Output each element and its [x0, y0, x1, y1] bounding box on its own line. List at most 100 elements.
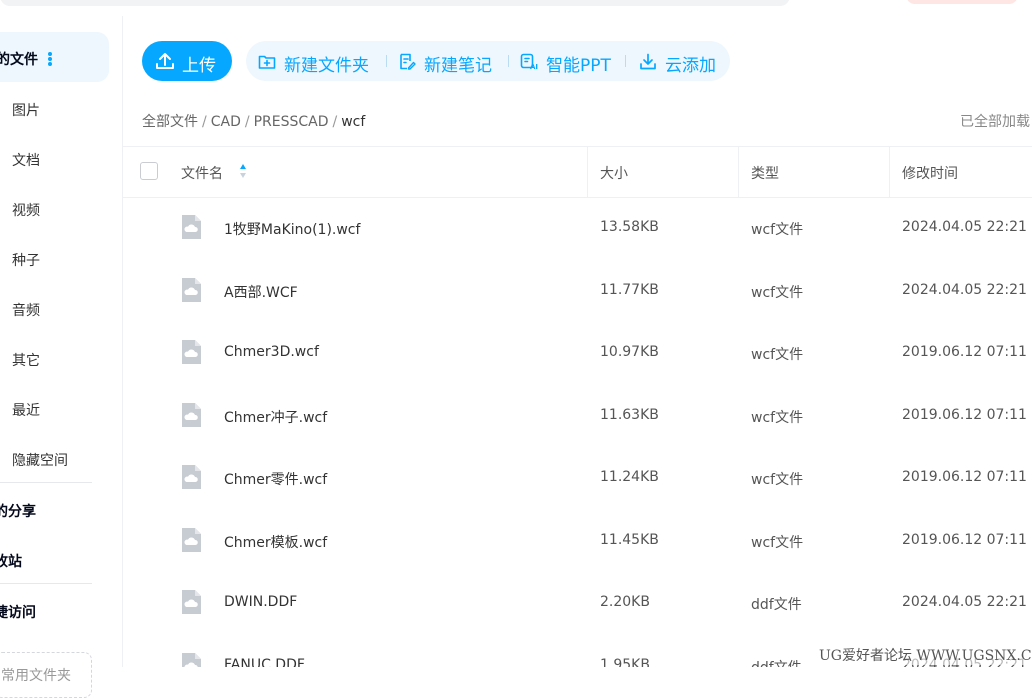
- select-all-checkbox[interactable]: [140, 162, 158, 180]
- file-size: 13.58KB: [600, 219, 659, 235]
- file-icon: [182, 340, 201, 364]
- cloud-add-label: 云添加: [665, 56, 716, 76]
- toolbar-separator: [625, 55, 626, 67]
- breadcrumb-current: wcf: [341, 114, 366, 130]
- file-name[interactable]: Chmer零件.wcf: [224, 469, 327, 489]
- breadcrumb-item-cad[interactable]: CAD: [211, 114, 241, 130]
- column-divider: [889, 147, 890, 197]
- top-bar: [0, 0, 1032, 16]
- file-name[interactable]: FANUC.DDF: [224, 657, 305, 667]
- column-divider: [738, 147, 739, 197]
- breadcrumb: 全部文件 / CAD / PRESSCAD / wcf: [142, 114, 366, 130]
- sidebar-divider: [0, 482, 92, 483]
- new-folder-button[interactable]: 新建文件夹: [258, 41, 384, 81]
- sidebar-item-audio[interactable]: 音频: [12, 300, 40, 320]
- sidebar-item-recent[interactable]: 最近: [12, 400, 40, 420]
- file-size: 11.45KB: [600, 532, 659, 548]
- cloud-add-button[interactable]: 云添加: [639, 41, 719, 81]
- new-note-button[interactable]: 新建笔记: [398, 41, 502, 81]
- search-bar[interactable]: [0, 0, 790, 6]
- download-icon: [640, 53, 656, 70]
- file-type: wcf文件: [751, 410, 804, 426]
- file-icon: [182, 528, 201, 552]
- breadcrumb-item-all-files[interactable]: 全部文件: [142, 114, 198, 130]
- file-name[interactable]: Chmer冲子.wcf: [224, 407, 327, 427]
- load-status: 已全部加载: [960, 114, 1030, 130]
- more-vertical-icon[interactable]: [48, 52, 52, 66]
- file-name[interactable]: 1牧野MaKino(1).wcf: [224, 219, 360, 239]
- table-row[interactable]: Chmer3D.wcf 10.97KB wcf文件 2019.06.12 07:…: [122, 322, 1032, 384]
- sidebar-item-torrents[interactable]: 种子: [12, 250, 40, 270]
- new-folder-icon: [258, 55, 276, 69]
- file-name[interactable]: Chmer3D.wcf: [224, 344, 319, 360]
- file-type: wcf文件: [751, 472, 804, 488]
- table-row[interactable]: Chmer零件.wcf 11.24KB wcf文件 2019.06.12 07:…: [122, 447, 1032, 509]
- top-right-pill[interactable]: [906, 0, 1018, 4]
- toolbar-separator: [508, 55, 509, 67]
- file-modified: 2024.04.05 22:21: [902, 219, 1027, 235]
- table-row[interactable]: Chmer冲子.wcf 11.63KB wcf文件 2019.06.12 07:…: [122, 385, 1032, 447]
- sidebar-divider: [0, 583, 92, 584]
- file-icon: [182, 215, 201, 239]
- sidebar-item-my-files[interactable]: 的文件: [0, 32, 109, 82]
- file-icon: [182, 403, 201, 427]
- toolbar-group: 新建文件夹 新建笔记 AI 智能PPT 云添加: [246, 41, 730, 81]
- column-header-size[interactable]: 大小: [600, 163, 628, 183]
- file-name[interactable]: A西部.WCF: [224, 282, 298, 302]
- new-note-label: 新建笔记: [424, 56, 492, 76]
- file-type: ddf文件: [751, 597, 802, 613]
- smart-ppt-icon: AI: [520, 53, 538, 70]
- file-size: 11.63KB: [600, 407, 659, 423]
- smart-ppt-label: 智能PPT: [546, 56, 611, 76]
- table-row[interactable]: 1牧野MaKino(1).wcf 13.58KB wcf文件 2024.04.0…: [122, 197, 1032, 259]
- svg-text:AI: AI: [530, 63, 538, 70]
- file-icon: [182, 465, 201, 489]
- file-modified: 2019.06.12 07:11: [902, 532, 1027, 548]
- file-icon: [182, 590, 201, 614]
- breadcrumb-item-presscad[interactable]: PRESSCAD: [254, 114, 329, 130]
- file-modified: 2019.06.12 07:11: [902, 407, 1027, 423]
- file-size: 10.97KB: [600, 344, 659, 360]
- sidebar-item-recycle-bin[interactable]: 收站: [0, 551, 22, 571]
- sidebar-item-documents[interactable]: 文档: [12, 150, 40, 170]
- sidebar: 的文件 图片 文档 视频 种子 音频 其它 最近 隐藏空间 的分享 收站 捷访问…: [0, 16, 123, 698]
- common-folder-label: 常用文件夹: [1, 668, 71, 684]
- file-name[interactable]: DWIN.DDF: [224, 594, 297, 610]
- sidebar-item-my-share[interactable]: 的分享: [0, 501, 36, 521]
- watermark: UG爱好者论坛 WWW.UGSNX.COM: [819, 645, 1032, 665]
- upload-button[interactable]: 上传: [142, 41, 232, 81]
- sidebar-item-quick-access[interactable]: 捷访问: [0, 602, 36, 622]
- file-modified: 2024.04.05 22:21: [902, 594, 1027, 610]
- column-header-name[interactable]: 文件名: [181, 163, 223, 183]
- sidebar-item-videos[interactable]: 视频: [12, 200, 40, 220]
- column-header-modified[interactable]: 修改时间: [902, 163, 958, 183]
- file-modified: 2024.04.05 22:21: [902, 282, 1027, 298]
- file-type: wcf文件: [751, 535, 804, 551]
- file-modified: 2019.06.12 07:11: [902, 344, 1027, 360]
- sidebar-item-label: 的文件: [0, 52, 38, 68]
- sidebar-item-images[interactable]: 图片: [12, 100, 40, 120]
- column-header-type[interactable]: 类型: [751, 163, 779, 183]
- file-size: 11.24KB: [600, 469, 659, 485]
- file-type: wcf文件: [751, 285, 804, 301]
- table-row[interactable]: Chmer模板.wcf 11.45KB wcf文件 2019.06.12 07:…: [122, 510, 1032, 572]
- table-row[interactable]: A西部.WCF 11.77KB wcf文件 2024.04.05 22:21: [122, 260, 1032, 322]
- file-name[interactable]: Chmer模板.wcf: [224, 532, 327, 552]
- file-icon: [182, 278, 201, 302]
- sidebar-item-hidden-space[interactable]: 隐藏空间: [12, 450, 68, 470]
- file-modified: 2019.06.12 07:11: [902, 469, 1027, 485]
- file-type: ddf文件: [751, 657, 802, 667]
- file-size: 2.20KB: [600, 594, 650, 610]
- file-icon: [182, 653, 201, 667]
- table-header: 文件名 大小 类型 修改时间: [122, 146, 1032, 198]
- file-type: wcf文件: [751, 222, 804, 238]
- file-type: wcf文件: [751, 347, 804, 363]
- smart-ppt-button[interactable]: AI 智能PPT: [520, 41, 616, 81]
- table-row[interactable]: DWIN.DDF 2.20KB ddf文件 2024.04.05 22:21: [122, 572, 1032, 634]
- new-folder-label: 新建文件夹: [284, 56, 369, 76]
- sidebar-item-other[interactable]: 其它: [12, 350, 40, 370]
- common-folder-dropzone[interactable]: 常用文件夹: [0, 652, 92, 698]
- column-divider: [587, 147, 588, 197]
- note-icon: [400, 53, 416, 70]
- sort-icon[interactable]: [240, 164, 246, 178]
